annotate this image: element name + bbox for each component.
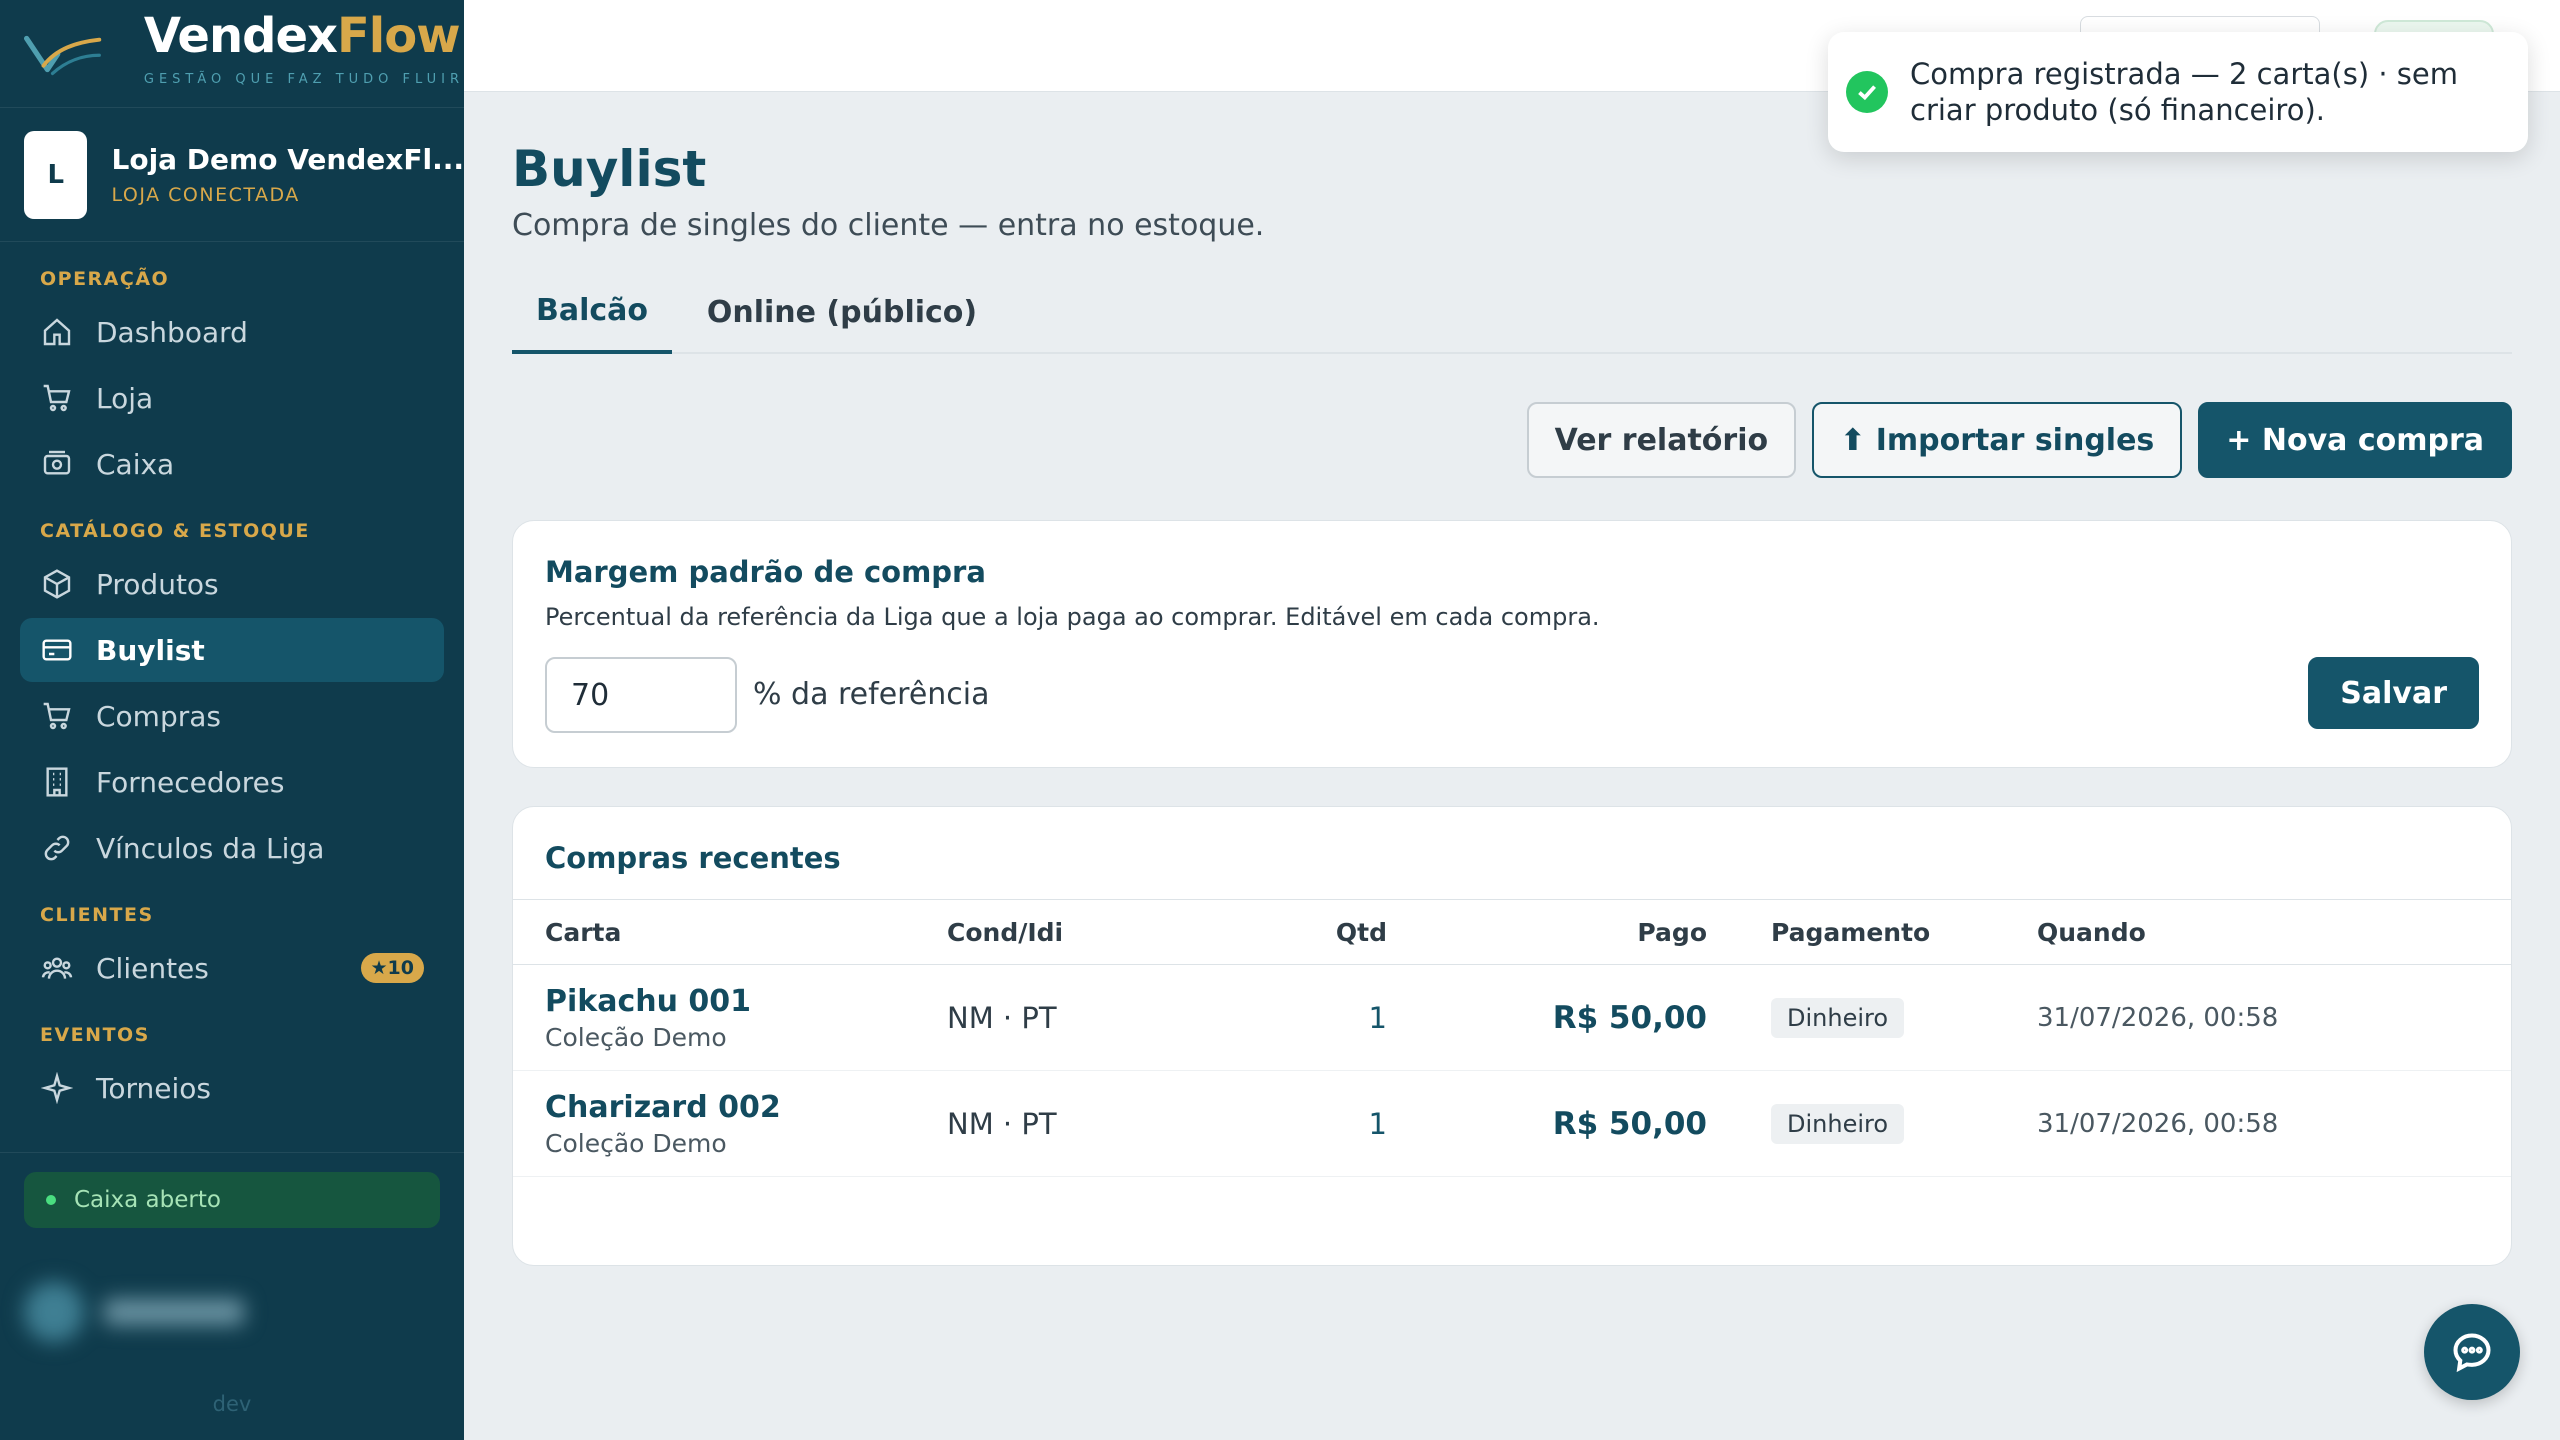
vendexflow-logo-icon: [24, 35, 102, 75]
sidebar-item-label: Dashboard: [96, 315, 248, 349]
cash-register-icon: [40, 447, 74, 481]
sidebar-item-vinculos-liga[interactable]: Vínculos da Liga: [20, 816, 444, 880]
cart-icon: [40, 699, 74, 733]
page-subtitle: Compra de singles do cliente — entra no …: [512, 208, 1265, 243]
store-status: LOJA CONECTADA: [111, 184, 300, 206]
success-toast[interactable]: Compra registrada — 2 carta(s) · sem cri…: [1828, 32, 2528, 152]
tabs: Balcão Online (público): [512, 270, 2512, 354]
sidebar-item-label: Vínculos da Liga: [96, 831, 325, 865]
user-profile[interactable]: [24, 1272, 440, 1352]
sidebar-item-fornecedores[interactable]: Fornecedores: [20, 750, 444, 814]
card-when: 31/07/2026, 00:58: [2037, 1002, 2279, 1033]
chat-icon: [2453, 1333, 2491, 1373]
card-qtd: 1: [1368, 1000, 1387, 1035]
card-set: Coleção Demo: [545, 1022, 727, 1052]
margin-input[interactable]: [545, 657, 737, 733]
env-label: dev: [212, 1392, 252, 1416]
sidebar: VendexFlow GESTÃO QUE FAZ TUDO FLUIR L L…: [0, 0, 464, 1440]
card-cond: NM · PT: [947, 1106, 1057, 1141]
col-cond[interactable]: Cond/Idi: [947, 918, 1227, 947]
caixa-status-label: Caixa aberto: [74, 1187, 221, 1213]
card-icon: [40, 633, 74, 667]
store-name: Loja Demo VendexFl...: [111, 143, 464, 176]
sidebar-item-label: Loja: [96, 381, 154, 415]
toast-message: Compra registrada — 2 carta(s) · sem cri…: [1910, 56, 2458, 127]
avatar: [24, 1282, 84, 1342]
payment-chip: Dinheiro: [1771, 997, 1905, 1038]
tab-balcao[interactable]: Balcão: [512, 270, 672, 354]
building-icon: [40, 765, 74, 799]
user-name-blurred: [104, 1299, 244, 1325]
importar-singles-button[interactable]: ⬆ Importar singles: [1812, 402, 2183, 478]
margin-description: Percentual da referência da Liga que a l…: [545, 603, 1600, 631]
users-icon: [40, 951, 74, 985]
margin-title: Margem padrão de compra: [545, 555, 986, 589]
nav-section-eventos: EVENTOS: [40, 1024, 150, 1046]
card-qtd: 1: [1368, 1106, 1387, 1141]
store-avatar: L: [24, 130, 88, 219]
brand[interactable]: VendexFlow GESTÃO QUE FAZ TUDO FLUIR: [0, 0, 464, 108]
sidebar-item-produtos[interactable]: Produtos: [20, 552, 444, 616]
sidebar-item-label: Produtos: [96, 567, 219, 601]
save-button[interactable]: Salvar: [2308, 657, 2479, 729]
sidebar-item-caixa[interactable]: Caixa: [20, 432, 444, 496]
brand-name: VendexFlow: [143, 8, 461, 64]
caixa-status[interactable]: Caixa aberto: [24, 1172, 440, 1228]
table-row[interactable]: Charizard 002 Coleção Demo NM · PT 1 R$ …: [513, 1071, 2511, 1177]
sidebar-item-label: Compras: [96, 699, 221, 733]
sidebar-item-buylist[interactable]: Buylist: [20, 618, 444, 682]
col-qtd[interactable]: Qtd: [1227, 918, 1387, 947]
check-circle-icon: [1846, 71, 1888, 113]
card-cond: NM · PT: [947, 1000, 1057, 1035]
margin-card: Margem padrão de compra Percentual da re…: [512, 520, 2512, 768]
card-name[interactable]: Pikachu 001: [545, 984, 947, 1019]
card-pago: R$ 50,00: [1552, 999, 1707, 1036]
ver-relatorio-button[interactable]: Ver relatório: [1526, 402, 1797, 478]
table-header: Carta Cond/Idi Qtd Pago Pagamento Quando: [513, 899, 2511, 965]
col-quando[interactable]: Quando: [2037, 918, 2511, 947]
col-carta[interactable]: Carta: [513, 918, 947, 947]
nav-section-operacao: OPERAÇÃO: [40, 268, 170, 290]
page-title: Buylist: [512, 140, 707, 198]
sidebar-item-loja[interactable]: Loja: [20, 366, 444, 430]
sidebar-item-clientes[interactable]: Clientes ★10: [20, 936, 444, 1000]
sidebar-nav: OPERAÇÃO Dashboard Loja Caixa CATÁLOGO &…: [0, 242, 464, 1120]
page-actions: Ver relatório ⬆ Importar singles + Nova …: [1526, 402, 2512, 478]
recent-title: Compras recentes: [545, 841, 841, 875]
card-pago: R$ 50,00: [1552, 1105, 1707, 1142]
card-name[interactable]: Charizard 002: [545, 1090, 947, 1125]
payment-chip: Dinheiro: [1771, 1103, 1905, 1144]
sparkle-icon: [40, 1071, 74, 1105]
recent-purchases-card: Compras recentes Carta Cond/Idi Qtd Pago…: [512, 806, 2512, 1266]
table-row[interactable]: Pikachu 001 Coleção Demo NM · PT 1 R$ 50…: [513, 965, 2511, 1071]
box-icon: [40, 567, 74, 601]
col-pagamento[interactable]: Pagamento: [1707, 918, 2037, 947]
recent-purchases-table: Carta Cond/Idi Qtd Pago Pagamento Quando…: [513, 899, 2511, 1177]
cart-icon: [40, 381, 74, 415]
sidebar-item-label: Torneios: [96, 1071, 211, 1105]
brand-tagline: GESTÃO QUE FAZ TUDO FLUIR: [143, 72, 464, 87]
sidebar-item-label: Clientes: [96, 951, 209, 985]
clientes-badge: ★10: [360, 953, 424, 983]
nova-compra-button[interactable]: + Nova compra: [2198, 402, 2512, 478]
status-dot-icon: [46, 1195, 56, 1205]
sidebar-item-label: Caixa: [96, 447, 175, 481]
chat-button[interactable]: [2424, 1304, 2520, 1400]
sidebar-item-dashboard[interactable]: Dashboard: [20, 300, 444, 364]
sidebar-divider: [0, 1152, 464, 1153]
col-pago[interactable]: Pago: [1387, 918, 1707, 947]
sidebar-item-torneios[interactable]: Torneios: [20, 1056, 444, 1120]
link-icon: [40, 831, 74, 865]
sidebar-item-label: Fornecedores: [96, 765, 285, 799]
card-set: Coleção Demo: [545, 1128, 727, 1158]
tab-online-publico[interactable]: Online (público): [692, 270, 992, 354]
sidebar-item-compras[interactable]: Compras: [20, 684, 444, 748]
nav-section-catalogo: CATÁLOGO & ESTOQUE: [40, 520, 310, 542]
store-switcher[interactable]: L Loja Demo VendexFl... LOJA CONECTADA: [0, 108, 464, 242]
nav-section-clientes: CLIENTES: [40, 904, 154, 926]
card-when: 31/07/2026, 00:58: [2037, 1108, 2279, 1139]
home-icon: [40, 315, 74, 349]
margin-suffix: % da referência: [753, 677, 990, 712]
sidebar-item-label: Buylist: [96, 633, 205, 667]
